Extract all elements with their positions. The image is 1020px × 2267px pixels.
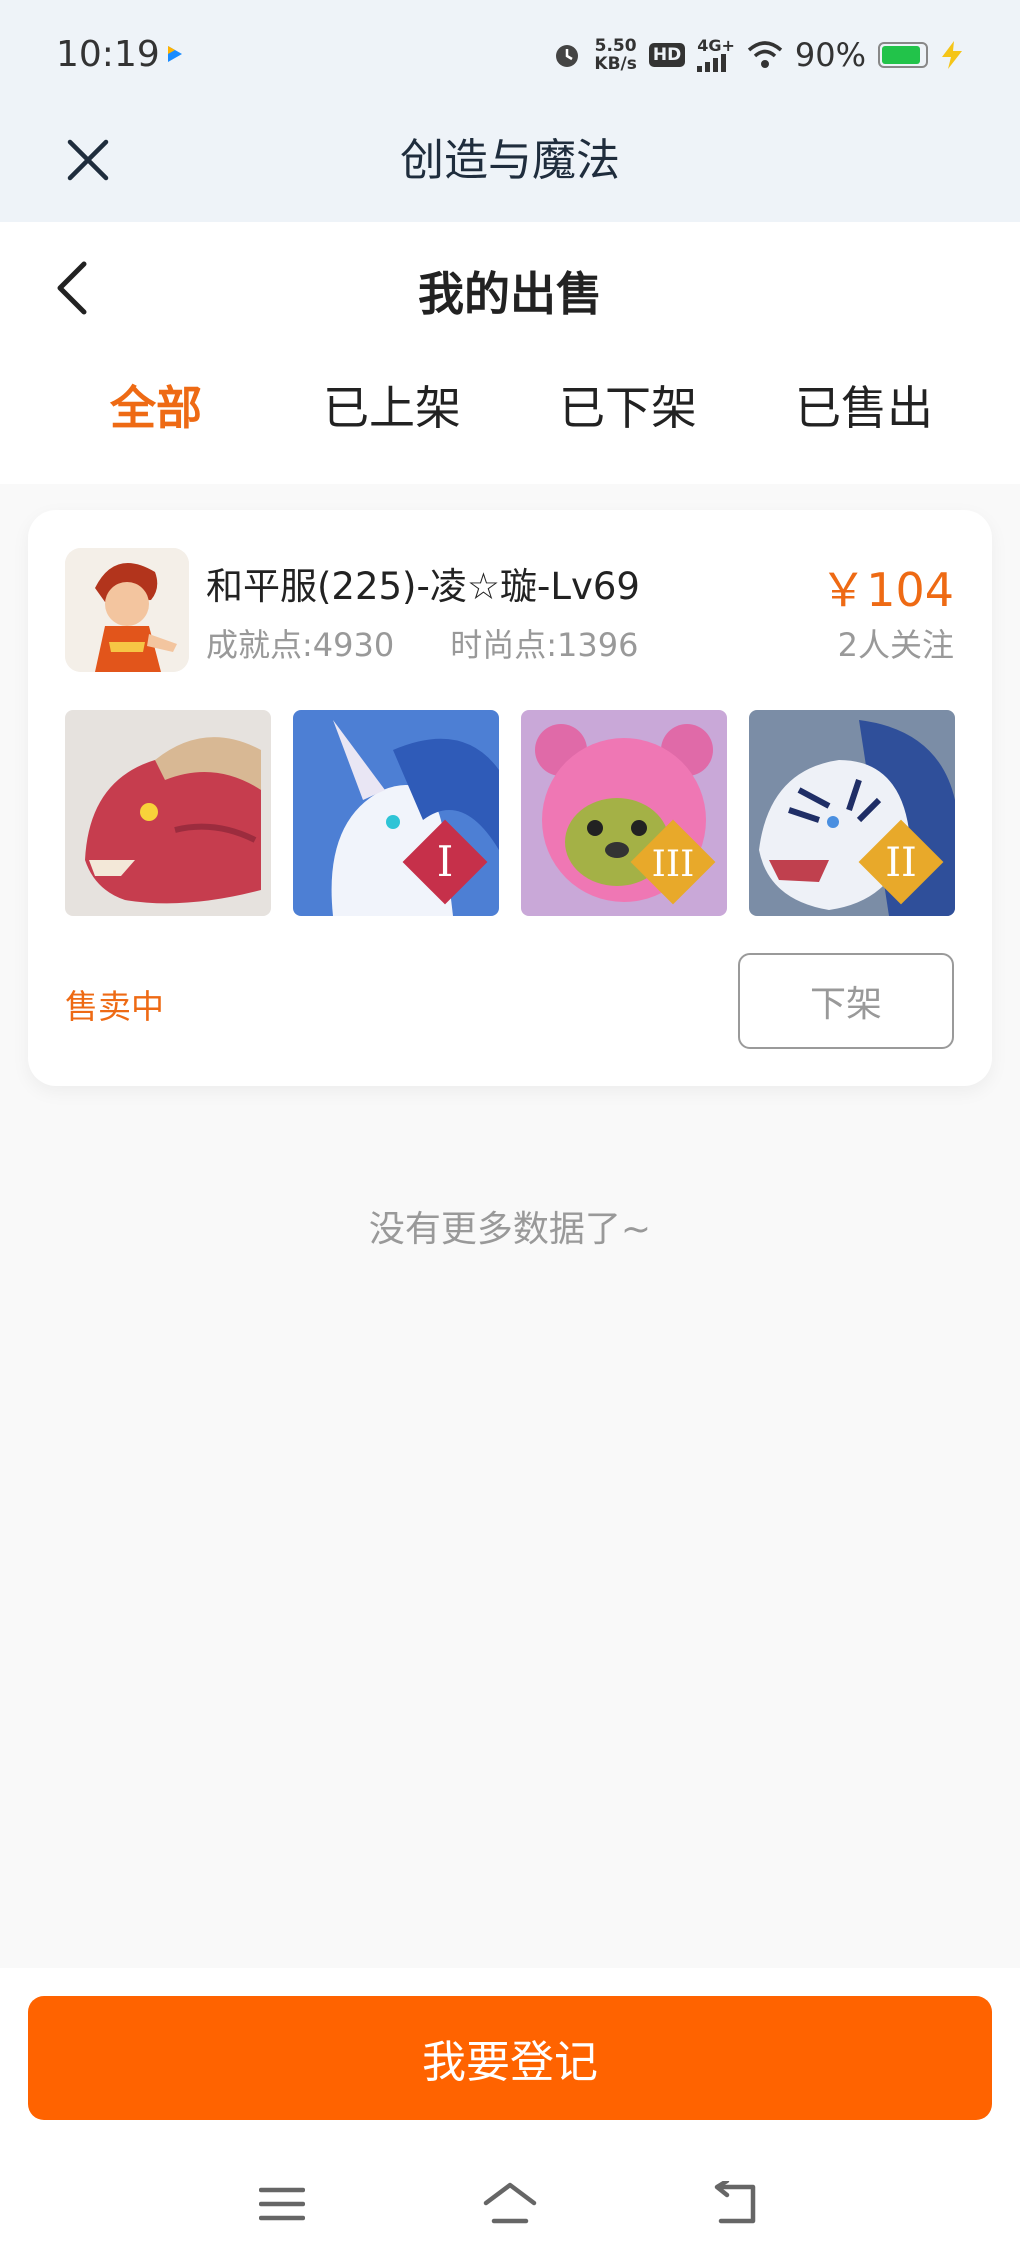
app-title-bar: 创造与魔法 [0, 112, 1020, 222]
red-dragon-icon[interactable] [65, 710, 271, 916]
account-stats: 成就点:4930 时尚点:1396 [206, 620, 638, 666]
svg-text:I: I [437, 837, 454, 886]
home-icon [483, 2182, 537, 2224]
follower-count: 2人关注 [837, 626, 954, 664]
register-button[interactable]: 我要登记 [28, 1996, 992, 2120]
fashion-points: 时尚点:1396 [450, 626, 639, 664]
menu-icon [259, 2187, 305, 2221]
sale-status: 售卖中 [65, 987, 164, 1026]
svg-text:II: II [885, 840, 917, 886]
blue-unicorn-icon[interactable]: I [293, 710, 499, 916]
list-end-text: 没有更多数据了~ [368, 1209, 652, 1250]
status-time: 10:19 [56, 34, 160, 75]
home-nav-button[interactable] [480, 2174, 540, 2234]
tab-bar: 全部 已上架 已下架 已售出 [0, 372, 1020, 452]
signal-icon: 4G+ [697, 38, 735, 72]
page-header: 我的出售 全部 已上架 已下架 已售出 [0, 222, 1020, 484]
alarm-icon [556, 45, 579, 67]
tab-delisted[interactable]: 已下架 [518, 372, 738, 438]
net-speed: 5.50 KB/s [594, 36, 637, 74]
pink-bear-icon[interactable]: III [521, 710, 727, 916]
app-notification-icon [168, 46, 182, 62]
status-bar: 10:19 5.50 KB/s HD 4G+ 90% [0, 0, 1020, 112]
delist-button[interactable]: 下架 [738, 953, 954, 1049]
menu-nav-button[interactable] [252, 2174, 312, 2234]
tab-listed[interactable]: 已上架 [282, 372, 502, 438]
battery-icon [878, 42, 928, 68]
battery-percent: 90% [794, 36, 866, 74]
back-nav-button[interactable] [706, 2174, 766, 2234]
tab-all[interactable]: 全部 [46, 372, 266, 438]
footer: 我要登记 [0, 1968, 1020, 2267]
status-indicators: 5.50 KB/s HD 4G+ 90% [552, 36, 964, 74]
price: ￥104 [820, 563, 954, 617]
system-nav-bar [0, 2174, 1020, 2234]
hd-icon: HD [648, 43, 686, 67]
return-icon [714, 2181, 756, 2224]
white-tiger-icon[interactable]: II [749, 710, 955, 916]
listing-card[interactable]: 和平服(225)-凌☆璇-Lv69 成就点:4930 时尚点:1396 ￥104… [28, 510, 992, 1086]
account-name: 和平服(225)-凌☆璇-Lv69 [206, 565, 640, 608]
tab-sold[interactable]: 已售出 [754, 372, 974, 438]
app-title: 创造与魔法 [400, 135, 620, 186]
avatar [65, 548, 189, 672]
charging-icon [942, 41, 962, 69]
achievement-points: 成就点:4930 [206, 626, 395, 664]
page-title: 我的出售 [418, 267, 602, 321]
wifi-icon [747, 41, 783, 68]
svg-text:III: III [652, 844, 695, 885]
item-thumbnails: I III II [65, 710, 955, 916]
